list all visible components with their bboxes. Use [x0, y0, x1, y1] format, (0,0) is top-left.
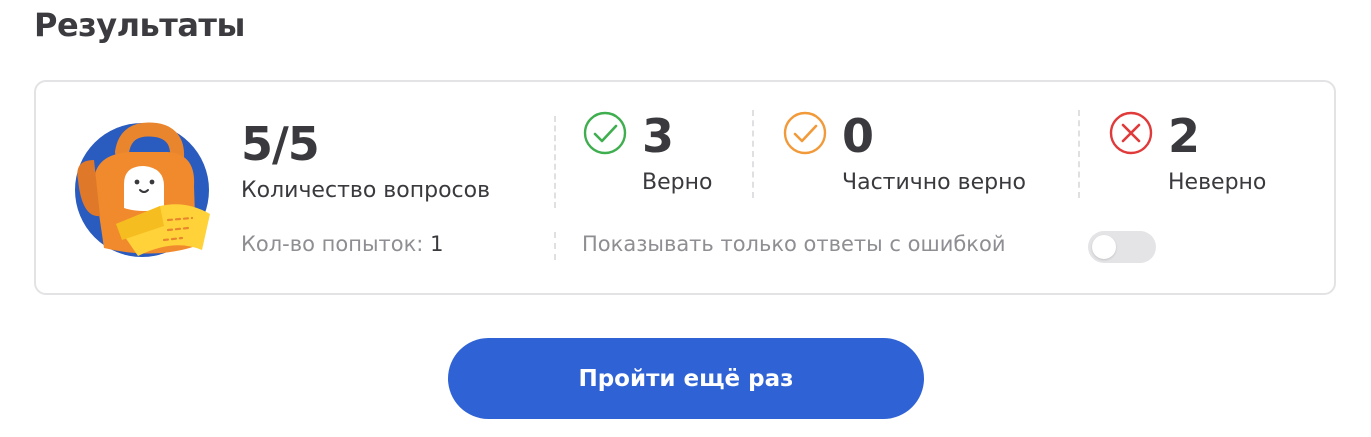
attempts-info: Кол-во попыток: 1	[241, 232, 443, 256]
incorrect-count: 2	[1168, 109, 1201, 163]
retry-button[interactable]: Пройти ещё раз	[448, 338, 924, 419]
divider	[554, 116, 556, 208]
check-circle-icon	[583, 111, 627, 155]
backpack-mascot-illustration	[75, 122, 210, 257]
partial-label: Частично верно	[842, 170, 1026, 195]
correct-label: Верно	[642, 170, 713, 195]
cross-circle-icon	[1109, 111, 1153, 155]
questions-count: 5/5	[241, 117, 320, 171]
attempts-label: Кол-во попыток:	[241, 232, 424, 256]
correct-count: 3	[642, 109, 675, 163]
divider	[752, 110, 754, 198]
errors-only-toggle[interactable]	[1088, 231, 1156, 263]
divider	[1078, 110, 1080, 198]
errors-only-label: Показывать только ответы с ошибкой	[582, 232, 1006, 256]
incorrect-label: Неверно	[1168, 170, 1267, 195]
page-title: Результаты	[34, 6, 245, 44]
questions-count-label: Количество вопросов	[241, 178, 491, 203]
toggle-knob	[1092, 235, 1116, 259]
check-circle-icon	[783, 111, 827, 155]
partial-count: 0	[842, 109, 875, 163]
results-card: 5/5 Количество вопросов Кол-во попыток: …	[34, 80, 1336, 295]
divider	[554, 232, 556, 260]
attempts-value: 1	[430, 232, 444, 256]
